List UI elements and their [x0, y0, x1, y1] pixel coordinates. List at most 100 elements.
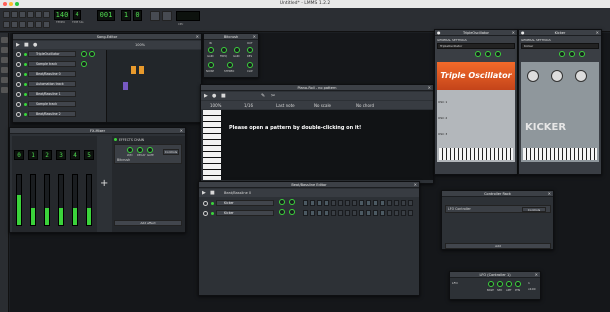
- pan-knob[interactable]: [289, 199, 295, 205]
- step-button[interactable]: [408, 200, 413, 206]
- gear-icon[interactable]: [16, 72, 21, 77]
- track-name[interactable]: Beat/Bassline 2: [28, 111, 76, 117]
- mixer-icon[interactable]: [35, 21, 42, 28]
- effect-controls-button[interactable]: Controls: [163, 149, 179, 155]
- note-grid[interactable]: [221, 110, 433, 180]
- lfo-multiplier-1[interactable]: 1: [528, 281, 530, 285]
- zoom-select[interactable]: 100%: [135, 43, 145, 47]
- track-name[interactable]: Beat/Bassline 1: [28, 91, 76, 97]
- close-icon[interactable]: ✕: [596, 30, 599, 36]
- vol-knob[interactable]: [279, 209, 285, 215]
- step-button[interactable]: [380, 210, 385, 216]
- time-sig-display[interactable]: 4: [73, 10, 81, 20]
- close-icon[interactable]: ✕: [428, 85, 431, 91]
- gear-icon[interactable]: [16, 112, 21, 117]
- vol-knob[interactable]: [559, 51, 565, 57]
- play-icon[interactable]: ▶: [202, 190, 206, 196]
- step-button[interactable]: [338, 210, 343, 216]
- record-icon[interactable]: ●: [212, 93, 216, 99]
- stereo-knob[interactable]: [227, 62, 233, 68]
- mute-led-icon[interactable]: [24, 103, 27, 106]
- gear-icon[interactable]: [16, 62, 21, 67]
- gate-knob[interactable]: [147, 147, 153, 153]
- pan-knob[interactable]: [89, 51, 95, 57]
- volume-fader[interactable]: [44, 174, 50, 226]
- effect-slot[interactable]: W/D DECAY GATE Bitcrush Controls: [114, 144, 182, 164]
- record-icon[interactable]: ●: [33, 42, 37, 48]
- master-volume-knob[interactable]: [150, 11, 160, 21]
- song-editor-icon[interactable]: [3, 21, 10, 28]
- play-icon[interactable]: ▶: [16, 42, 20, 48]
- gear-icon[interactable]: [16, 92, 21, 97]
- step-button[interactable]: [303, 210, 308, 216]
- pitch-knob[interactable]: [495, 51, 501, 57]
- step-button[interactable]: [345, 200, 350, 206]
- step-button[interactable]: [408, 210, 413, 216]
- draw-icon[interactable]: ✎: [261, 93, 265, 99]
- minimize-window-icon[interactable]: [9, 2, 13, 6]
- scale-select[interactable]: No scale: [314, 103, 331, 108]
- mute-led-icon[interactable]: [211, 202, 214, 205]
- step-button[interactable]: [310, 200, 315, 206]
- controls-button[interactable]: Controls: [522, 207, 546, 212]
- vol-knob[interactable]: [81, 51, 87, 57]
- step-button[interactable]: [310, 210, 315, 216]
- lfo-multiplier-100[interactable]: x100: [528, 287, 536, 291]
- step-button[interactable]: [331, 210, 336, 216]
- base-knob[interactable]: [488, 281, 494, 287]
- step-button[interactable]: [317, 210, 322, 216]
- track-name[interactable]: Sample track: [28, 101, 76, 107]
- new-project-icon[interactable]: [3, 11, 10, 18]
- step-button[interactable]: [394, 210, 399, 216]
- close-window-icon[interactable]: [3, 2, 7, 6]
- close-icon[interactable]: ✕: [180, 128, 183, 134]
- add-effect-button[interactable]: Add effect: [114, 220, 182, 226]
- gear-icon[interactable]: [203, 211, 208, 216]
- step-button[interactable]: [387, 200, 392, 206]
- keyboard[interactable]: [439, 148, 513, 160]
- pattern-clip[interactable]: [131, 66, 136, 74]
- gear-icon[interactable]: [203, 201, 208, 206]
- keyboard[interactable]: [523, 148, 597, 160]
- mute-led-icon[interactable]: [211, 212, 214, 215]
- automation-clip[interactable]: [123, 82, 128, 90]
- home-folder-icon[interactable]: [1, 77, 8, 83]
- step-button[interactable]: [317, 200, 322, 206]
- vol-knob[interactable]: [81, 61, 87, 67]
- track-name[interactable]: Sample track: [28, 61, 76, 67]
- piano-roll-icon[interactable]: [19, 21, 26, 28]
- pan-knob[interactable]: [569, 51, 575, 57]
- step-button[interactable]: [387, 210, 392, 216]
- start-freq-knob[interactable]: [527, 70, 539, 82]
- vol-knob[interactable]: [475, 51, 481, 57]
- step-button[interactable]: [401, 210, 406, 216]
- step-sequencer[interactable]: [303, 199, 415, 219]
- chord-select[interactable]: No chord: [356, 103, 374, 108]
- gear-icon[interactable]: [16, 52, 21, 57]
- tempo-display[interactable]: 140: [54, 10, 70, 20]
- track-name[interactable]: TripleOscillator: [28, 51, 76, 57]
- track-name[interactable]: Kicker: [216, 200, 274, 206]
- amount-knob[interactable]: [506, 281, 512, 287]
- pitch-knob[interactable]: [579, 51, 585, 57]
- mute-led-icon[interactable]: [24, 63, 27, 66]
- volume-fader[interactable]: [58, 174, 64, 226]
- step-button[interactable]: [380, 200, 385, 206]
- volume-fader[interactable]: [86, 174, 92, 226]
- step-button[interactable]: [401, 200, 406, 206]
- close-icon[interactable]: ✕: [196, 34, 199, 40]
- close-icon[interactable]: ✕: [253, 34, 256, 40]
- phase-knob[interactable]: [515, 281, 521, 287]
- save-project-icon[interactable]: [35, 11, 42, 18]
- mute-led-icon[interactable]: [24, 93, 27, 96]
- step-button[interactable]: [373, 210, 378, 216]
- projects-icon[interactable]: [1, 47, 8, 53]
- step-button[interactable]: [352, 200, 357, 206]
- volume-fader[interactable]: [72, 174, 78, 226]
- bb-editor-icon[interactable]: [11, 21, 18, 28]
- export-icon[interactable]: [43, 11, 50, 18]
- clip-knob[interactable]: [247, 62, 253, 68]
- step-button[interactable]: [331, 200, 336, 206]
- wet-dry-knob[interactable]: [127, 147, 133, 153]
- track-name[interactable]: Beat/Bassline 0: [28, 71, 76, 77]
